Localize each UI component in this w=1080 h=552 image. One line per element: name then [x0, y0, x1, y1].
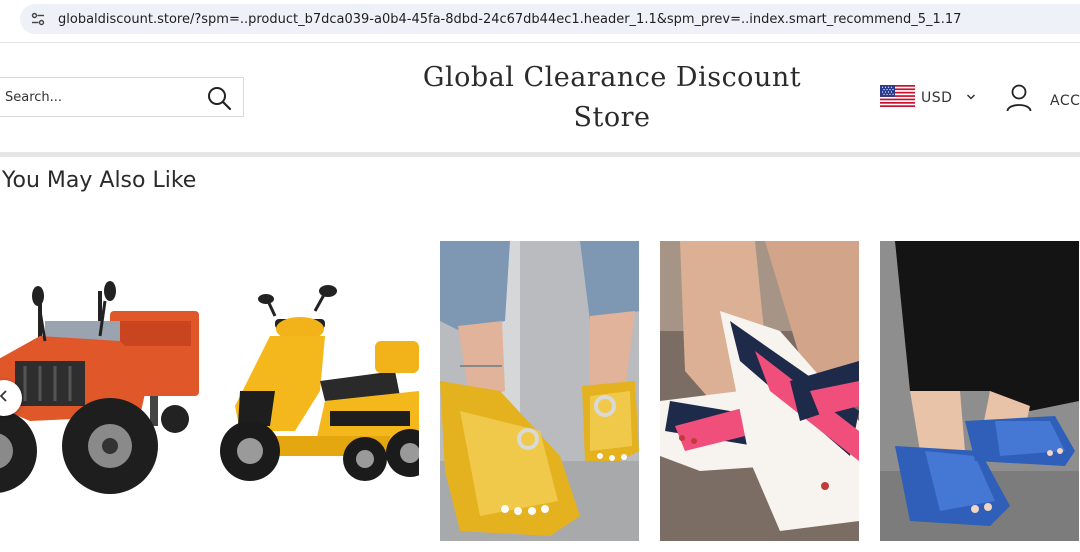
product-image: [660, 241, 859, 541]
currency-label: USD: [921, 90, 953, 106]
divider: [0, 42, 1080, 43]
product-image: [0, 241, 199, 541]
account-link[interactable]: ACCOUNT: [1006, 84, 1080, 117]
store-name[interactable]: Global Clearance Discount Store: [412, 58, 812, 138]
product-card[interactable]: [0, 241, 199, 541]
product-card[interactable]: [660, 241, 859, 541]
chevron-left-icon: [0, 389, 11, 408]
product-image: [440, 241, 639, 541]
search-box: [0, 77, 244, 117]
search-icon[interactable]: [205, 84, 233, 112]
tune-icon[interactable]: [30, 11, 46, 27]
chevron-down-icon: [952, 89, 976, 107]
us-flag-icon: [880, 84, 921, 112]
product-card[interactable]: [440, 241, 639, 541]
currency-selector[interactable]: USD: [880, 84, 976, 112]
header-divider: [0, 152, 1080, 157]
product-image: [220, 241, 419, 541]
search-input[interactable]: [5, 78, 195, 116]
product-image: [880, 241, 1079, 541]
product-card[interactable]: [880, 241, 1079, 541]
url-text: globaldiscount.store/?spm=..product_b7dc…: [58, 11, 962, 27]
account-label: ACCOUNT: [1050, 92, 1080, 109]
user-icon: [1006, 84, 1032, 117]
url-field[interactable]: globaldiscount.store/?spm=..product_b7dc…: [20, 4, 1080, 34]
product-card[interactable]: [220, 241, 419, 541]
section-title: You May Also Like: [2, 168, 197, 193]
browser-address-bar: globaldiscount.store/?spm=..product_b7dc…: [0, 0, 1080, 38]
